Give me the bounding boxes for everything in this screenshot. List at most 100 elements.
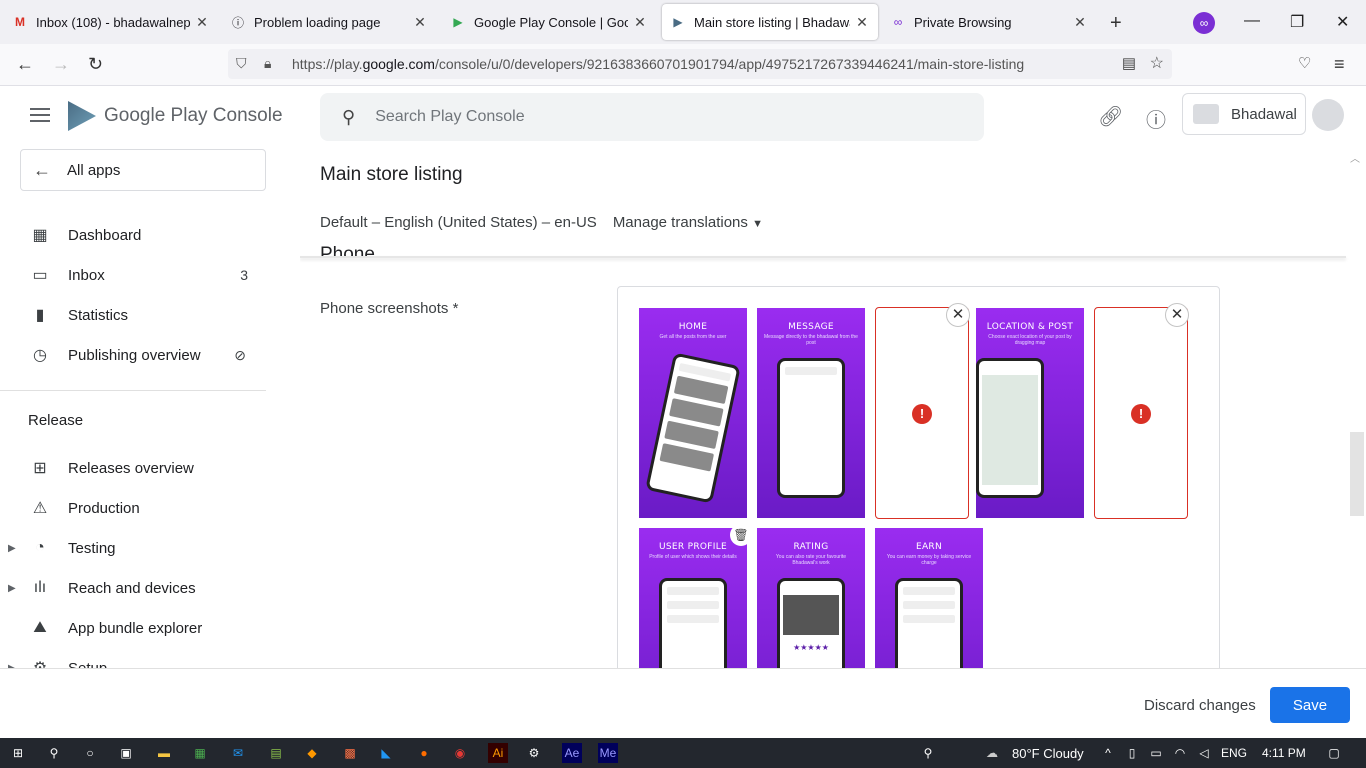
new-tab-icon[interactable]: + xyxy=(1110,12,1122,35)
developer-account-button[interactable]: Bhadawal xyxy=(1182,93,1306,135)
clock[interactable]: 4:11 PM xyxy=(1262,746,1306,760)
search-input[interactable]: ⚲ Search Play Console xyxy=(320,93,984,141)
taskbar-search-icon[interactable]: ⚲ xyxy=(44,743,64,763)
all-apps-button[interactable]: ← All apps xyxy=(20,149,266,191)
back-icon[interactable]: ← xyxy=(16,54,34,75)
help-icon[interactable]: ⓘ xyxy=(1146,104,1166,133)
cortana-icon[interactable]: ○ xyxy=(80,743,100,763)
restore-icon[interactable]: ❐ xyxy=(1290,12,1304,32)
sidebar-item-inbox[interactable]: ▭ Inbox 3 xyxy=(0,255,266,295)
hamburger-menu-icon[interactable] xyxy=(30,108,50,126)
private-browsing-icon: ∞ xyxy=(893,15,903,29)
sidebar-item-testing[interactable]: ▶ ◔ Testing xyxy=(0,528,266,568)
screenshot-earn[interactable]: EARN You can earn money by taking servic… xyxy=(875,528,983,668)
sidebar-item-publishing-overview[interactable]: ◷ Publishing overview ⊘ xyxy=(0,335,266,375)
file-explorer-icon[interactable]: ▬ xyxy=(154,743,174,763)
close-tab-icon[interactable]: ✕ xyxy=(1072,14,1088,31)
illustrator-icon[interactable]: Ai xyxy=(488,743,508,763)
network-device-icon[interactable]: ▯ xyxy=(1122,743,1142,763)
phone-mockup: ★★★★★ xyxy=(777,578,845,668)
close-tab-icon[interactable]: ✕ xyxy=(854,14,870,31)
firefox-icon[interactable]: ● xyxy=(414,743,434,763)
people-icon[interactable]: ⚲ xyxy=(918,743,938,763)
notifications-icon[interactable]: ▢ xyxy=(1324,743,1344,763)
notes-icon[interactable]: ▤ xyxy=(266,743,286,763)
expand-caret-icon[interactable]: ▶ xyxy=(8,543,16,554)
close-window-icon[interactable]: ✕ xyxy=(1336,12,1349,32)
account-name: Bhadawal xyxy=(1231,105,1297,123)
screenshot-message[interactable]: MESSAGE Message directly to the bhadawal… xyxy=(757,308,865,518)
chrome-icon[interactable]: ◉ xyxy=(450,743,470,763)
play-console-logo[interactable]: Google Play Console xyxy=(68,101,283,131)
save-button[interactable]: Save xyxy=(1270,687,1350,723)
menu-icon[interactable]: ≡ xyxy=(1334,54,1345,75)
sidebar-item-production[interactable]: ⚠ Production xyxy=(0,488,266,528)
phone-mockup xyxy=(777,358,845,498)
sidebar-item-statistics[interactable]: ▮ Statistics xyxy=(0,295,266,335)
pocket-icon[interactable]: ♡ xyxy=(1298,54,1311,72)
close-tab-icon[interactable]: ✕ xyxy=(412,14,428,31)
discard-changes-button[interactable]: Discard changes xyxy=(1144,697,1256,714)
sidebar-item-setup[interactable]: ▶ ⚙ Setup xyxy=(0,648,266,669)
rating-stars-icon: ★★★★★ xyxy=(793,643,829,652)
link-icon[interactable]: 🔗︎ xyxy=(1098,104,1123,129)
sidebar-item-releases-overview[interactable]: ⊞ Releases overview xyxy=(0,448,266,488)
reader-view-icon[interactable]: ▤ xyxy=(1122,54,1136,72)
phone-screenshots-container: HOME Get all the posts from the user MES… xyxy=(617,286,1220,668)
tray-chevron-icon[interactable]: ^ xyxy=(1098,743,1118,763)
close-tab-icon[interactable]: ✕ xyxy=(632,14,648,31)
screenshot-error-slot[interactable]: ! xyxy=(1094,307,1188,519)
phone-mockup xyxy=(645,352,741,504)
inbox-icon: ▭ xyxy=(32,267,48,284)
media-encoder-icon[interactable]: Me xyxy=(598,743,618,763)
forward-icon[interactable]: → xyxy=(52,54,70,75)
search-placeholder: Search Play Console xyxy=(375,108,525,125)
remove-screenshot-icon[interactable]: ✕ xyxy=(1165,303,1189,327)
app-icon[interactable]: ◆ xyxy=(302,743,322,763)
avatar[interactable] xyxy=(1312,99,1344,131)
store-icon[interactable]: ▦ xyxy=(190,743,210,763)
weather-text[interactable]: 80°F Cloudy xyxy=(1012,746,1084,761)
delete-screenshot-icon[interactable]: 🗑︎ xyxy=(730,524,752,546)
reload-icon[interactable]: ↻ xyxy=(88,54,103,75)
remove-screenshot-icon[interactable]: ✕ xyxy=(946,303,970,327)
browser-tab-problem[interactable]: ⓘ Problem loading page ✕ xyxy=(222,4,436,40)
phone-mockup xyxy=(659,578,727,668)
xampp-icon[interactable]: ▩ xyxy=(340,743,360,763)
lock-icon: 🔒︎ xyxy=(264,55,272,71)
volume-icon[interactable]: ◁ xyxy=(1194,743,1214,763)
expand-caret-icon[interactable]: ▶ xyxy=(8,583,16,594)
sticky-header-shadow xyxy=(300,256,1346,258)
input-language[interactable]: ENG xyxy=(1221,746,1247,760)
screenshot-user-profile[interactable]: USER PROFILE Profile of user which shows… xyxy=(639,528,747,668)
battery-icon[interactable]: ▭ xyxy=(1146,743,1166,763)
settings-icon[interactable]: ⚙ xyxy=(524,743,544,763)
sidebar-item-app-bundle-explorer[interactable]: ⛰ App bundle explorer xyxy=(0,608,266,648)
browser-tab-private[interactable]: ∞ Private Browsing ✕ xyxy=(882,4,1096,40)
browser-tab-play-console[interactable]: ▶ Google Play Console | Google P ✕ xyxy=(442,4,656,40)
screenshot-error-slot[interactable]: ! xyxy=(875,307,969,519)
screenshot-rating[interactable]: RATING You can also rate your favourite … xyxy=(757,528,865,668)
scrollbar-thumb[interactable] xyxy=(1350,432,1364,516)
mail-icon[interactable]: ✉ xyxy=(228,743,248,763)
address-bar[interactable]: ⛉ 🔒︎ https://play.google.com/console/u/0… xyxy=(228,49,1172,79)
arrow-back-icon: ← xyxy=(33,159,51,180)
screenshot-location-post[interactable]: LOCATION & POST Choose exact location of… xyxy=(976,308,1084,518)
bookmark-star-icon[interactable]: ☆ xyxy=(1150,53,1164,73)
sidebar-item-dashboard[interactable]: ▦ Dashboard xyxy=(0,215,266,255)
wifi-icon[interactable]: ◠ xyxy=(1170,743,1190,763)
screenshot-home[interactable]: HOME Get all the posts from the user xyxy=(639,308,747,518)
scroll-up-arrow-icon[interactable]: ︿ xyxy=(1350,150,1360,165)
minimize-icon[interactable]: — xyxy=(1244,12,1260,30)
task-view-icon[interactable]: ▣ xyxy=(116,743,136,763)
windows-start-icon[interactable]: ⊞ xyxy=(8,743,28,763)
manage-translations-button[interactable]: Manage translations ▼ xyxy=(613,214,763,231)
close-tab-icon[interactable]: ✕ xyxy=(194,14,210,31)
sidebar-item-reach-and-devices[interactable]: ▶ ılı Reach and devices xyxy=(0,568,266,608)
error-icon: ! xyxy=(1131,404,1151,424)
browser-tab-gmail[interactable]: M Inbox (108) - bhadawalnepal@ ✕ xyxy=(4,4,218,40)
inbox-count-badge: 3 xyxy=(240,267,248,283)
after-effects-icon[interactable]: Ae xyxy=(562,743,582,763)
browser-tab-main-store-listing[interactable]: ▶ Main store listing | Bhadawal ✕ xyxy=(662,4,878,40)
vscode-icon[interactable]: ◣ xyxy=(376,743,396,763)
